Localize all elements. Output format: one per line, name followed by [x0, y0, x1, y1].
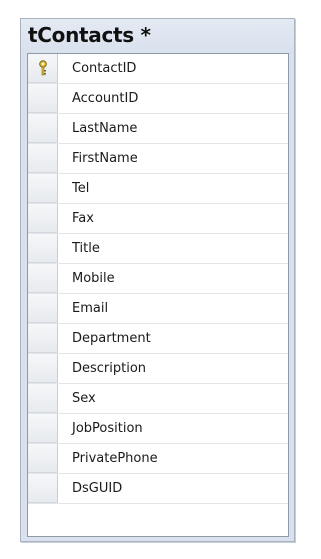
column-row[interactable]: ContactID	[28, 54, 288, 84]
column-row[interactable]: Sex	[28, 384, 288, 414]
column-row[interactable]: Title	[28, 234, 288, 264]
row-selector[interactable]	[28, 354, 58, 383]
row-selector[interactable]	[28, 264, 58, 293]
column-name: FirstName	[72, 151, 138, 166]
column-row[interactable]: FirstName	[28, 144, 288, 174]
table-window[interactable]: tContacts * ContactID AccountID LastName	[20, 18, 295, 542]
column-name: Tel	[72, 181, 90, 196]
column-name: Description	[72, 361, 147, 376]
column-row[interactable]: Email	[28, 294, 288, 324]
column-row[interactable]: Mobile	[28, 264, 288, 294]
column-row[interactable]: Tel	[28, 174, 288, 204]
row-selector[interactable]	[28, 324, 58, 353]
key-icon	[39, 60, 47, 76]
column-name: Department	[72, 331, 151, 346]
row-selector[interactable]	[28, 54, 58, 83]
column-name: ContactID	[72, 61, 137, 76]
row-selector[interactable]	[28, 204, 58, 233]
column-row[interactable]: Fax	[28, 204, 288, 234]
column-name: Email	[72, 301, 109, 316]
column-name: PrivatePhone	[72, 451, 158, 466]
column-row[interactable]: Department	[28, 324, 288, 354]
row-selector[interactable]	[28, 114, 58, 143]
column-row[interactable]: JobPosition	[28, 414, 288, 444]
row-selector[interactable]	[28, 384, 58, 413]
column-row[interactable]: AccountID	[28, 84, 288, 114]
column-row[interactable]: Description	[28, 354, 288, 384]
row-selector[interactable]	[28, 174, 58, 203]
row-selector[interactable]	[28, 144, 58, 173]
column-name: Fax	[72, 211, 94, 226]
row-selector[interactable]	[28, 414, 58, 443]
row-selector[interactable]	[28, 234, 58, 263]
row-selector[interactable]	[28, 84, 58, 113]
row-selector[interactable]	[28, 294, 58, 323]
column-name: LastName	[72, 121, 138, 136]
column-row[interactable]: LastName	[28, 114, 288, 144]
column-name: DsGUID	[72, 481, 123, 496]
column-name: Title	[72, 241, 100, 256]
column-name: Sex	[72, 391, 96, 406]
column-name: Mobile	[72, 271, 115, 286]
column-list: ContactID AccountID LastName FirstName T…	[27, 53, 289, 537]
row-selector[interactable]	[28, 444, 58, 473]
column-name: AccountID	[72, 91, 139, 106]
row-selector[interactable]	[28, 474, 58, 503]
column-row[interactable]: PrivatePhone	[28, 444, 288, 474]
column-name: JobPosition	[72, 421, 143, 436]
column-row[interactable]: DsGUID	[28, 474, 288, 504]
table-title[interactable]: tContacts *	[21, 19, 294, 53]
